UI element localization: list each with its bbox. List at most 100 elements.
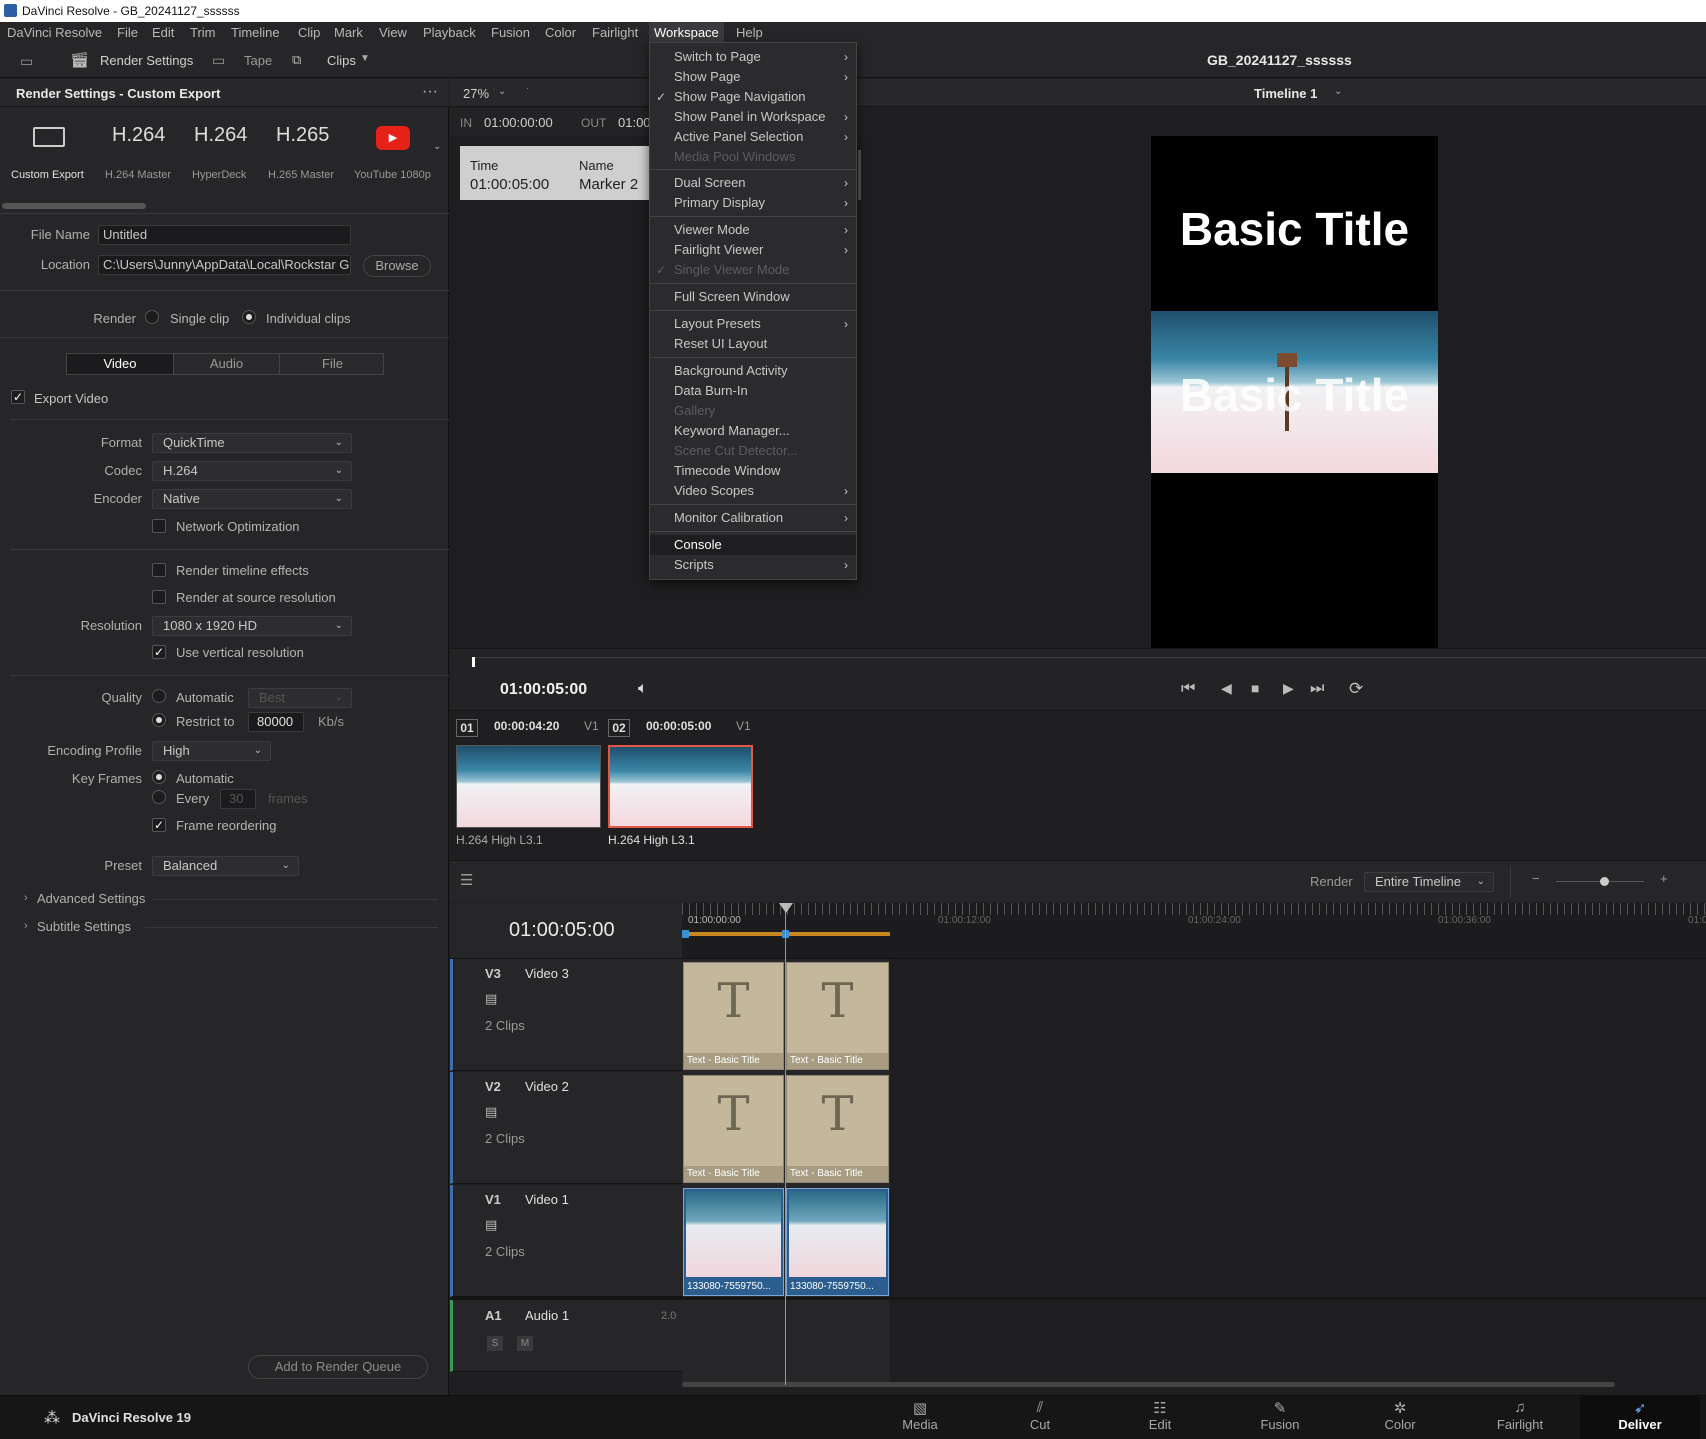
menu-item-console[interactable]: Console (650, 535, 856, 555)
nav-deliver[interactable]: ➶ Deliver (1580, 1395, 1700, 1439)
tape-button[interactable]: Tape (244, 53, 272, 68)
chevron-down-icon[interactable]: ⌄ (1334, 86, 1342, 97)
volume-icon[interactable]: 🔈︎ (638, 680, 648, 698)
encoding-profile-select[interactable]: High ⌄ (152, 741, 271, 761)
individual-clips-radio[interactable] (242, 310, 256, 324)
preset-h265-master[interactable]: H.265 H.265 Master (264, 119, 344, 181)
solo-button[interactable]: S (487, 1336, 503, 1351)
export-video-checkbox[interactable]: ✓ (11, 390, 25, 404)
menu-item-full-screen-window[interactable]: Full Screen Window (650, 287, 856, 307)
menu-item-reset-ui-layout[interactable]: Reset UI Layout (650, 334, 856, 354)
video-clip[interactable]: 133080-7559750... (683, 1188, 784, 1296)
menu-fusion[interactable]: Fusion (491, 22, 530, 44)
menu-item-active-panel[interactable]: Active Panel Selection › (650, 127, 856, 147)
monitor-icon[interactable]: ▭ (20, 53, 33, 70)
track-header-a1[interactable]: A1 Audio 1 2.0 S M (450, 1300, 682, 1372)
zoom-slider-handle[interactable] (1600, 877, 1609, 886)
playhead-handle[interactable] (779, 903, 793, 913)
menu-item-monitor-calibration[interactable]: Monitor Calibration › (650, 508, 856, 528)
menu-item-show-page[interactable]: Show Page › (650, 67, 856, 87)
menu-clip[interactable]: Clip (298, 22, 320, 44)
render-scope-select[interactable]: Entire Timeline ⌄ (1364, 872, 1494, 892)
frame-reordering-checkbox[interactable]: ✓ (152, 818, 166, 832)
menu-davinci[interactable]: DaVinci Resolve (7, 22, 102, 44)
nav-fairlight[interactable]: ♫ Fairlight (1460, 1395, 1580, 1439)
preset-h264-master[interactable]: H.264 H.264 Master (100, 119, 178, 181)
menu-item-data-burn-in[interactable]: Data Burn-In (650, 381, 856, 401)
vertical-resolution-checkbox[interactable]: ✓ (152, 645, 166, 659)
chevron-down-icon[interactable]: ⌄ (433, 141, 441, 152)
skip-end-icon[interactable]: ⏭︎ (1310, 680, 1324, 698)
menu-item-viewer-mode[interactable]: Viewer Mode › (650, 220, 856, 240)
clip-thumbnail[interactable] (456, 745, 601, 828)
menu-file[interactable]: File (117, 22, 138, 44)
render-timeline-effects-checkbox[interactable] (152, 563, 166, 577)
nav-fusion[interactable]: ✎ Fusion (1220, 1395, 1340, 1439)
menu-item-switch-to-page[interactable]: Switch to Page › (650, 47, 856, 67)
menu-item-show-panel[interactable]: Show Panel in Workspace › (650, 107, 856, 127)
location-input[interactable]: C:\Users\Junny\AppData\Local\Rockstar G (98, 255, 351, 275)
play-icon[interactable]: ▶ (1283, 680, 1294, 697)
add-to-render-queue-button[interactable]: Add to Render Queue (248, 1355, 428, 1379)
title-clip[interactable]: T Text - Basic Title (683, 962, 784, 1070)
render-source-resolution-checkbox[interactable] (152, 590, 166, 604)
keyframes-automatic-radio[interactable] (152, 770, 166, 784)
menu-item-scripts[interactable]: Scripts › (650, 555, 856, 575)
tab-video[interactable]: Video (67, 354, 173, 374)
menu-item-background-activity[interactable]: Background Activity (650, 361, 856, 381)
preset-custom-export[interactable]: Custom Export (0, 119, 96, 181)
menu-trim[interactable]: Trim (190, 22, 216, 44)
track-header-v2[interactable]: V2 Video 2 ▤ 2 Clips (450, 1072, 682, 1184)
subtitle-settings-toggle[interactable]: Subtitle Settings (37, 919, 131, 934)
video-clip[interactable]: 133080-7559750... (786, 1188, 889, 1296)
bitrate-input[interactable]: 80000 (248, 712, 304, 732)
play-reverse-icon[interactable]: ◀ (1221, 680, 1232, 697)
stop-icon[interactable]: ■ (1251, 680, 1259, 696)
resolution-select[interactable]: 1080 x 1920 HD ⌄ (152, 616, 352, 636)
format-select[interactable]: QuickTime ⌄ (152, 433, 352, 453)
timeline-ruler[interactable]: 01:00:00:00 01:00:12:00 01:00:24:00 01:0… (682, 903, 1706, 959)
mute-button[interactable]: M (517, 1336, 533, 1351)
single-clip-radio[interactable] (145, 310, 159, 324)
menu-edit[interactable]: Edit (152, 22, 174, 44)
chevron-down-icon[interactable]: ⌄ (498, 86, 506, 97)
preset-youtube[interactable]: ▶ YouTube 1080p (350, 119, 440, 181)
playhead-marker[interactable] (472, 657, 475, 667)
keyframes-every-radio[interactable] (152, 790, 166, 804)
menu-item-timecode-window[interactable]: Timecode Window (650, 461, 856, 481)
browse-button[interactable]: Browse (363, 255, 431, 277)
clips-button[interactable]: Clips (327, 53, 356, 68)
menu-item-dual-screen[interactable]: Dual Screen › (650, 173, 856, 193)
nav-color[interactable]: ✲ Color (1340, 1395, 1460, 1439)
network-optimization-checkbox[interactable] (152, 519, 166, 533)
timeline-name[interactable]: Timeline 1 (1254, 86, 1317, 101)
menu-item-video-scopes[interactable]: Video Scopes › (650, 481, 856, 501)
menu-playback[interactable]: Playback (423, 22, 476, 44)
title-clip[interactable]: T Text - Basic Title (786, 1075, 889, 1183)
menu-item-fairlight-viewer[interactable]: Fairlight Viewer › (650, 240, 856, 260)
nav-edit[interactable]: ☷ Edit (1100, 1395, 1220, 1439)
codec-select[interactable]: H.264 ⌄ (152, 461, 352, 481)
scrollbar[interactable] (858, 150, 861, 200)
loop-icon[interactable]: ⟳ (1349, 679, 1363, 699)
nav-cut[interactable]: ⫽ Cut (980, 1395, 1100, 1439)
playhead-line[interactable] (785, 903, 786, 1385)
menu-item-keyword-manager[interactable]: Keyword Manager... (650, 421, 856, 441)
scrubber-track[interactable] (472, 657, 1706, 658)
menu-item-layout-presets[interactable]: Layout Presets › (650, 314, 856, 334)
menu-workspace[interactable]: Workspace (649, 22, 724, 44)
preset-scrollbar[interactable] (2, 203, 146, 209)
timeline-scrollbar[interactable] (682, 1382, 1615, 1387)
track-header-v3[interactable]: V3 Video 3 ▤ 2 Clips (450, 959, 682, 1071)
chevron-down-icon[interactable]: ▼ (360, 53, 370, 64)
file-name-input[interactable]: Untitled (98, 225, 351, 245)
menu-view[interactable]: View (379, 22, 407, 44)
quality-automatic-radio[interactable] (152, 689, 166, 703)
advanced-settings-toggle[interactable]: Advanced Settings (37, 891, 145, 906)
nav-media[interactable]: ▧ Media (860, 1395, 980, 1439)
preset-select[interactable]: Balanced ⌄ (152, 856, 299, 876)
title-clip[interactable]: T Text - Basic Title (786, 962, 889, 1070)
track-header-v1[interactable]: V1 Video 1 ▤ 2 Clips (450, 1185, 682, 1297)
menu-item-primary-display[interactable]: Primary Display › (650, 193, 856, 213)
zoom-level[interactable]: 27% (463, 86, 489, 101)
